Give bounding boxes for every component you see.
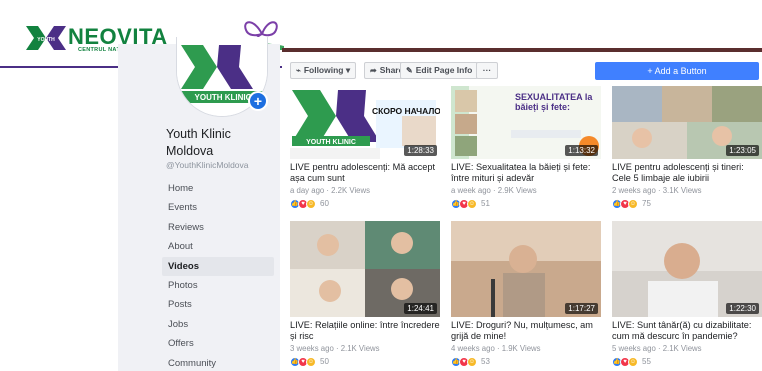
reaction-count: 60 bbox=[320, 199, 329, 208]
video-thumbnail[interactable]: 1:23:05 bbox=[612, 86, 762, 159]
reactions-summary[interactable]: 👍 ♥ ☺ 51 bbox=[451, 198, 601, 209]
share-icon: ➦ bbox=[370, 66, 377, 75]
edit-page-info-label: Edit Page Info bbox=[415, 65, 473, 75]
page-handle[interactable]: @YouthKlinicMoldova bbox=[166, 160, 249, 170]
nav-item-videos[interactable]: Videos bbox=[162, 256, 274, 276]
video-card: YOUTH KLINIC СКОРО НАЧАЛО... 1:28:33 LIV… bbox=[290, 86, 440, 209]
nav-item-events[interactable]: Events bbox=[162, 198, 274, 217]
svg-text:YOUTH KLINIC: YOUTH KLINIC bbox=[195, 93, 252, 102]
care-reaction-icon: ☺ bbox=[628, 356, 638, 367]
video-meta: 5 weeks ago · 2.1K Views bbox=[612, 344, 702, 353]
video-title[interactable]: LIVE: Droguri? Nu, mulțumesc, am grijă d… bbox=[451, 320, 601, 343]
video-meta: a week ago · 2.9K Views bbox=[451, 186, 537, 195]
chevron-down-icon: ▾ bbox=[345, 65, 351, 75]
care-reaction-icon: ☺ bbox=[467, 356, 477, 367]
video-meta: 3 weeks ago · 2.1K Views bbox=[290, 344, 380, 353]
reactions-summary[interactable]: 👍 ♥ ☺ 75 bbox=[612, 198, 762, 209]
add-photo-icon[interactable]: + bbox=[248, 91, 268, 111]
svg-text:YOUTH: YOUTH bbox=[37, 37, 55, 43]
page-title[interactable]: Youth Klinic Moldova bbox=[166, 126, 276, 160]
add-a-button[interactable]: + Add a Button bbox=[595, 62, 759, 80]
care-reaction-icon: ☺ bbox=[628, 198, 638, 209]
nav-item-jobs[interactable]: Jobs bbox=[162, 315, 274, 334]
edit-page-info-button[interactable]: ✎ Edit Page Info bbox=[400, 62, 479, 79]
video-card: 1:17:27 LIVE: Droguri? Nu, mulțumesc, am… bbox=[451, 221, 601, 367]
video-title[interactable]: LIVE pentru adolescenți: Mă accept așa c… bbox=[290, 162, 440, 185]
video-duration: 1:23:05 bbox=[726, 145, 759, 156]
nav-item-home[interactable]: Home bbox=[162, 179, 274, 198]
reactions-summary[interactable]: 👍 ♥ ☺ 55 bbox=[612, 356, 762, 367]
video-thumbnail[interactable]: 1:17:27 bbox=[451, 221, 601, 317]
care-reaction-icon: ☺ bbox=[306, 198, 316, 209]
thumbnail-caption: СКОРО НАЧАЛО... bbox=[372, 106, 440, 116]
video-card: 1:24:41 LIVE: Relațiile online: între în… bbox=[290, 221, 440, 367]
reaction-count: 51 bbox=[481, 199, 490, 208]
reactions-summary[interactable]: 👍 ♥ ☺ 53 bbox=[451, 356, 601, 367]
care-reaction-icon: ☺ bbox=[306, 356, 316, 367]
reaction-count: 55 bbox=[642, 357, 651, 366]
nav-item-posts[interactable]: Posts bbox=[162, 295, 274, 314]
following-label: Following bbox=[303, 65, 344, 75]
video-thumbnail[interactable]: SEXUALITATEA la băieți și fete: 1:13:32 bbox=[451, 86, 601, 159]
video-title[interactable]: LIVE: Sunt tânăr(ă) cu dizabilitate: cum… bbox=[612, 320, 762, 343]
neovita-logo-mark: YOUTH bbox=[26, 26, 66, 50]
video-thumbnail[interactable]: 1:24:41 bbox=[290, 221, 440, 317]
reactions-summary[interactable]: 👍 ♥ ☺ 60 bbox=[290, 198, 440, 209]
video-title[interactable]: LIVE: Relațiile online: între încredere … bbox=[290, 320, 440, 343]
nav-item-about[interactable]: About bbox=[162, 237, 274, 256]
video-thumbnail[interactable]: 1:22:30 bbox=[612, 221, 762, 317]
reactions-summary[interactable]: 👍 ♥ ☺ 50 bbox=[290, 356, 440, 367]
video-card: 1:22:30 LIVE: Sunt tânăr(ă) cu dizabilit… bbox=[612, 221, 762, 367]
rss-icon: ⌁ bbox=[296, 66, 301, 75]
nav-item-offers[interactable]: Offers bbox=[162, 334, 274, 353]
pencil-icon: ✎ bbox=[406, 66, 413, 75]
video-duration: 1:17:27 bbox=[565, 303, 598, 314]
page-nav: Home Events Reviews About Videos Photos … bbox=[162, 179, 274, 371]
video-title[interactable]: LIVE: Sexualitatea la băieți și fete: în… bbox=[451, 162, 601, 185]
reaction-count: 50 bbox=[320, 357, 329, 366]
reaction-count: 75 bbox=[642, 199, 651, 208]
video-meta: a day ago · 2.2K Views bbox=[290, 186, 371, 195]
svg-text:YOUTH KLINIC: YOUTH KLINIC bbox=[306, 139, 356, 146]
video-thumbnail[interactable]: YOUTH KLINIC СКОРО НАЧАЛО... 1:28:33 bbox=[290, 86, 440, 159]
video-duration: 1:24:41 bbox=[404, 303, 437, 314]
video-card: 1:23:05 LIVE pentru adolescenți și tiner… bbox=[612, 86, 762, 209]
video-title[interactable]: LIVE pentru adolescenți și tineri: Cele … bbox=[612, 162, 762, 185]
video-meta: 2 weeks ago · 3.1K Views bbox=[612, 186, 702, 195]
video-duration: 1:13:32 bbox=[565, 145, 598, 156]
care-reaction-icon: ☺ bbox=[467, 198, 477, 209]
video-duration: 1:22:30 bbox=[726, 303, 759, 314]
video-meta: 4 weeks ago · 1.9K Views bbox=[451, 344, 541, 353]
video-duration: 1:28:33 bbox=[404, 145, 437, 156]
nav-item-photos[interactable]: Photos bbox=[162, 276, 274, 295]
screenshot: YOUTH NEOVITA CENTRUL NAȚIONAL DE RESURS… bbox=[0, 0, 762, 371]
nav-item-reviews[interactable]: Reviews bbox=[162, 218, 274, 237]
following-button[interactable]: ⌁ Following ▾ bbox=[290, 62, 357, 79]
thumbnail-caption: SEXUALITATEA la băieți și fete: bbox=[515, 92, 593, 112]
video-card: SEXUALITATEA la băieți și fete: 1:13:32 … bbox=[451, 86, 601, 209]
nav-item-community[interactable]: Community bbox=[162, 354, 274, 371]
more-options-button[interactable]: ··· bbox=[476, 62, 498, 79]
reaction-count: 53 bbox=[481, 357, 490, 366]
